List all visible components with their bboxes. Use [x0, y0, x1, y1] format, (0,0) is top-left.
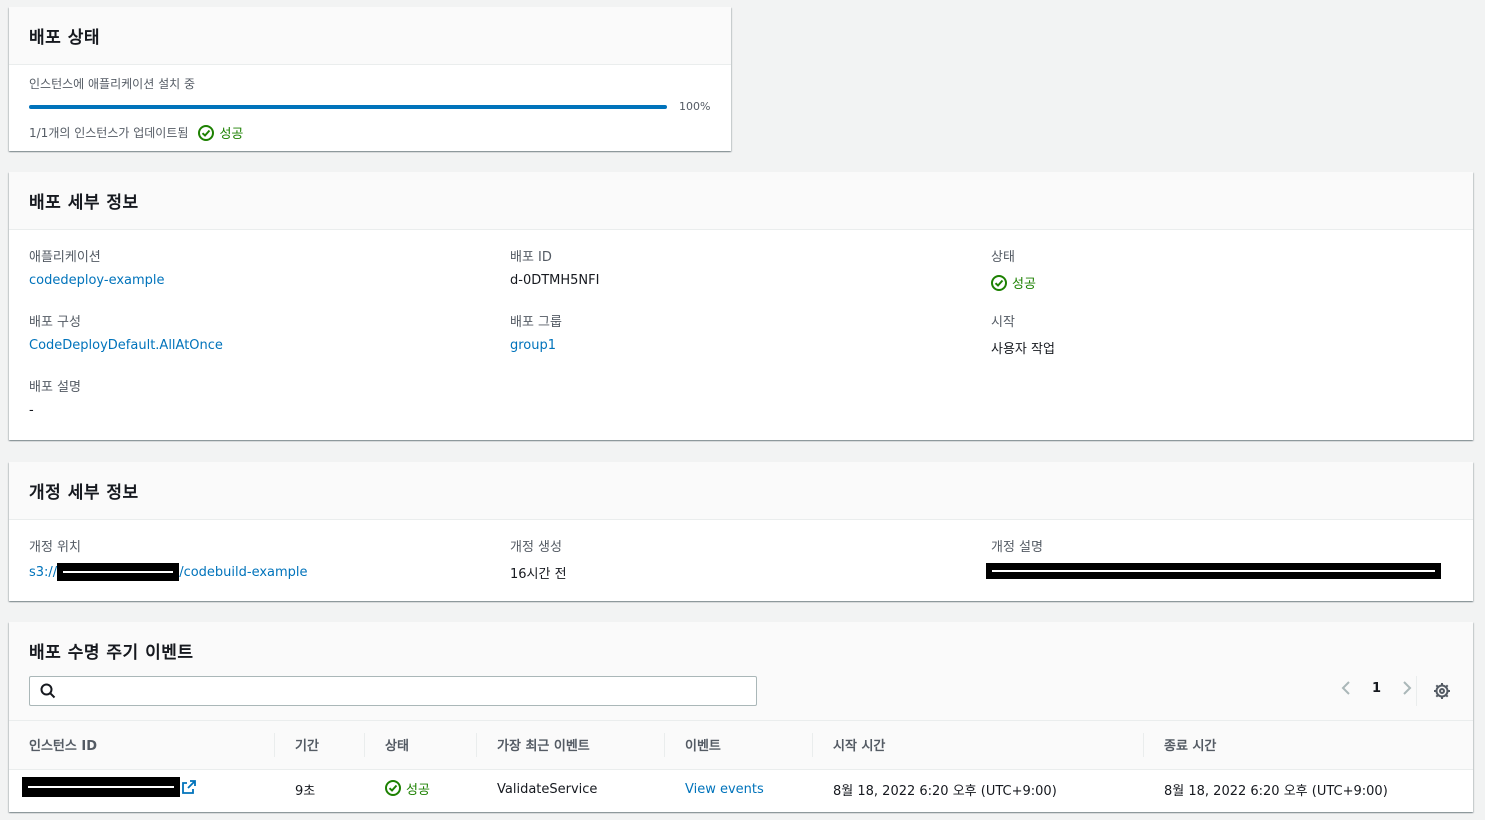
application-field: 애플리케이션 codedeploy-example — [29, 246, 510, 311]
events-cell: View events — [665, 769, 813, 809]
gear-icon[interactable] — [1433, 682, 1451, 700]
table-header-row: 인스턴스 ID 기간 상태 가장 최근 이벤트 이벤트 시작 시간 종료 시간 — [9, 721, 1473, 770]
success-check-icon — [991, 274, 1007, 291]
latest-event-cell: ValidateService — [497, 781, 598, 797]
progress-percent: 100% — [679, 100, 711, 113]
deployment-details-panel: 배포 세부 정보 애플리케이션 codedeploy-example 배포 ID… — [9, 172, 1473, 440]
column-header[interactable]: 기간 — [275, 721, 365, 770]
status-text: 성공 — [406, 782, 430, 798]
column-header[interactable]: 인스턴스 ID — [9, 721, 275, 770]
search-box[interactable] — [29, 676, 757, 706]
deployment-details-title: 배포 세부 정보 — [29, 193, 139, 213]
revision-location-label: 개정 위치 — [29, 540, 81, 555]
config-label: 배포 구성 — [29, 315, 81, 330]
external-link-icon[interactable] — [182, 780, 196, 795]
progress-label: 인스턴스에 애플리케이션 설치 중 — [29, 77, 196, 91]
revision-location-link[interactable]: /codebuild-example — [179, 565, 307, 580]
description-value: - — [29, 403, 34, 418]
status-badge: 성공 — [198, 123, 243, 142]
revision-location-field: 개정 위치 s3:// /codebuild-example — [29, 536, 510, 601]
revision-details-header: 개정 세부 정보 — [9, 462, 1473, 520]
revision-description-field: 개정 설명 — [986, 536, 1472, 601]
page-number[interactable]: 1 — [1372, 681, 1381, 696]
description-field: 배포 설명 - — [29, 376, 510, 441]
config-link[interactable]: CodeDeployDefault.AllAtOnce — [29, 338, 223, 353]
column-header[interactable]: 가장 최근 이벤트 — [477, 721, 665, 770]
description-label: 배포 설명 — [29, 380, 81, 395]
chevron-left-icon[interactable] — [1340, 680, 1352, 696]
status-value: 성공 — [1012, 277, 1036, 292]
deployment-id-label: 배포 ID — [510, 250, 552, 265]
search-input[interactable] — [62, 678, 756, 704]
redacted-bucket — [57, 563, 180, 581]
instances-updated-text: 1/1개의 인스턴스가 업데이트됨 — [29, 126, 189, 140]
revision-created-value: 16시간 전 — [510, 567, 567, 582]
pager-divider — [1416, 676, 1417, 706]
redacted-instance-id[interactable] — [22, 777, 180, 798]
chevron-right-icon[interactable] — [1401, 680, 1413, 696]
status-label: 상태 — [991, 250, 1015, 265]
column-header[interactable]: 시작 시간 — [813, 721, 1144, 770]
group-field: 배포 그룹 group1 — [510, 311, 991, 376]
deployment-id-field: 배포 ID d-0DTMH5NFI — [510, 246, 991, 311]
application-link[interactable]: codedeploy-example — [29, 273, 165, 288]
lifecycle-events-title: 배포 수명 주기 이벤트 — [29, 643, 194, 663]
deployment-id-value: d-0DTMH5NFI — [510, 273, 600, 288]
status-text: 성공 — [219, 127, 244, 142]
revision-location-prefix[interactable]: s3:// — [29, 565, 57, 580]
revision-details-title: 개정 세부 정보 — [29, 483, 139, 503]
redacted-description — [986, 563, 1441, 579]
application-label: 애플리케이션 — [29, 250, 101, 265]
config-field: 배포 구성 CodeDeployDefault.AllAtOnce — [29, 311, 510, 376]
group-label: 배포 그룹 — [510, 315, 562, 330]
revision-description-label: 개정 설명 — [991, 540, 1043, 555]
success-check-icon — [385, 780, 401, 796]
revision-created-field: 개정 생성 16시간 전 — [510, 536, 991, 601]
column-header[interactable]: 이벤트 — [665, 721, 813, 770]
status-badge: 성공 — [385, 779, 430, 798]
start-label: 시작 — [991, 315, 1015, 330]
start-field: 시작 사용자 작업 — [991, 311, 1472, 376]
end-time-cell: 8월 18, 2022 6:20 오후 (UTC+9:00) — [1164, 783, 1388, 799]
column-header[interactable]: 상태 — [365, 721, 477, 770]
lifecycle-events-panel: 배포 수명 주기 이벤트 1 인스턴스 ID 기간 상태 가장 최근 이벤트 이… — [9, 622, 1473, 812]
view-events-link[interactable]: View events — [685, 782, 764, 797]
deployment-details-header: 배포 세부 정보 — [9, 172, 1473, 230]
deployment-status-header: 배포 상태 — [9, 7, 731, 65]
status-cell: 성공 — [365, 769, 477, 809]
revision-created-label: 개정 생성 — [510, 540, 562, 555]
progress-bar — [29, 104, 667, 109]
deployment-status-panel: 배포 상태 인스턴스에 애플리케이션 설치 중 100% 1/1개의 인스턴스가… — [9, 7, 731, 151]
success-check-icon — [198, 124, 215, 141]
pagination: 1 — [1340, 680, 1413, 696]
instance-id-cell — [9, 769, 275, 809]
table-row: 9초 성공 ValidateService View events 8월 18,… — [9, 769, 1473, 809]
start-time-cell: 8월 18, 2022 6:20 오후 (UTC+9:00) — [833, 783, 1057, 799]
progress-bar-fill — [29, 104, 667, 109]
status-field: 상태 성공 — [991, 246, 1472, 311]
deployment-status-title: 배포 상태 — [29, 28, 100, 48]
lifecycle-events-header: 배포 수명 주기 이벤트 1 — [9, 622, 1473, 721]
group-link[interactable]: group1 — [510, 338, 556, 353]
search-icon — [40, 683, 56, 699]
duration-cell: 9초 — [295, 783, 316, 799]
events-table: 인스턴스 ID 기간 상태 가장 최근 이벤트 이벤트 시작 시간 종료 시간 … — [9, 721, 1473, 809]
revision-details-panel: 개정 세부 정보 개정 위치 s3:// /codebuild-example … — [9, 462, 1473, 601]
start-value: 사용자 작업 — [991, 342, 1055, 357]
column-header[interactable]: 종료 시간 — [1144, 721, 1473, 770]
status-badge: 성공 — [991, 273, 1036, 292]
